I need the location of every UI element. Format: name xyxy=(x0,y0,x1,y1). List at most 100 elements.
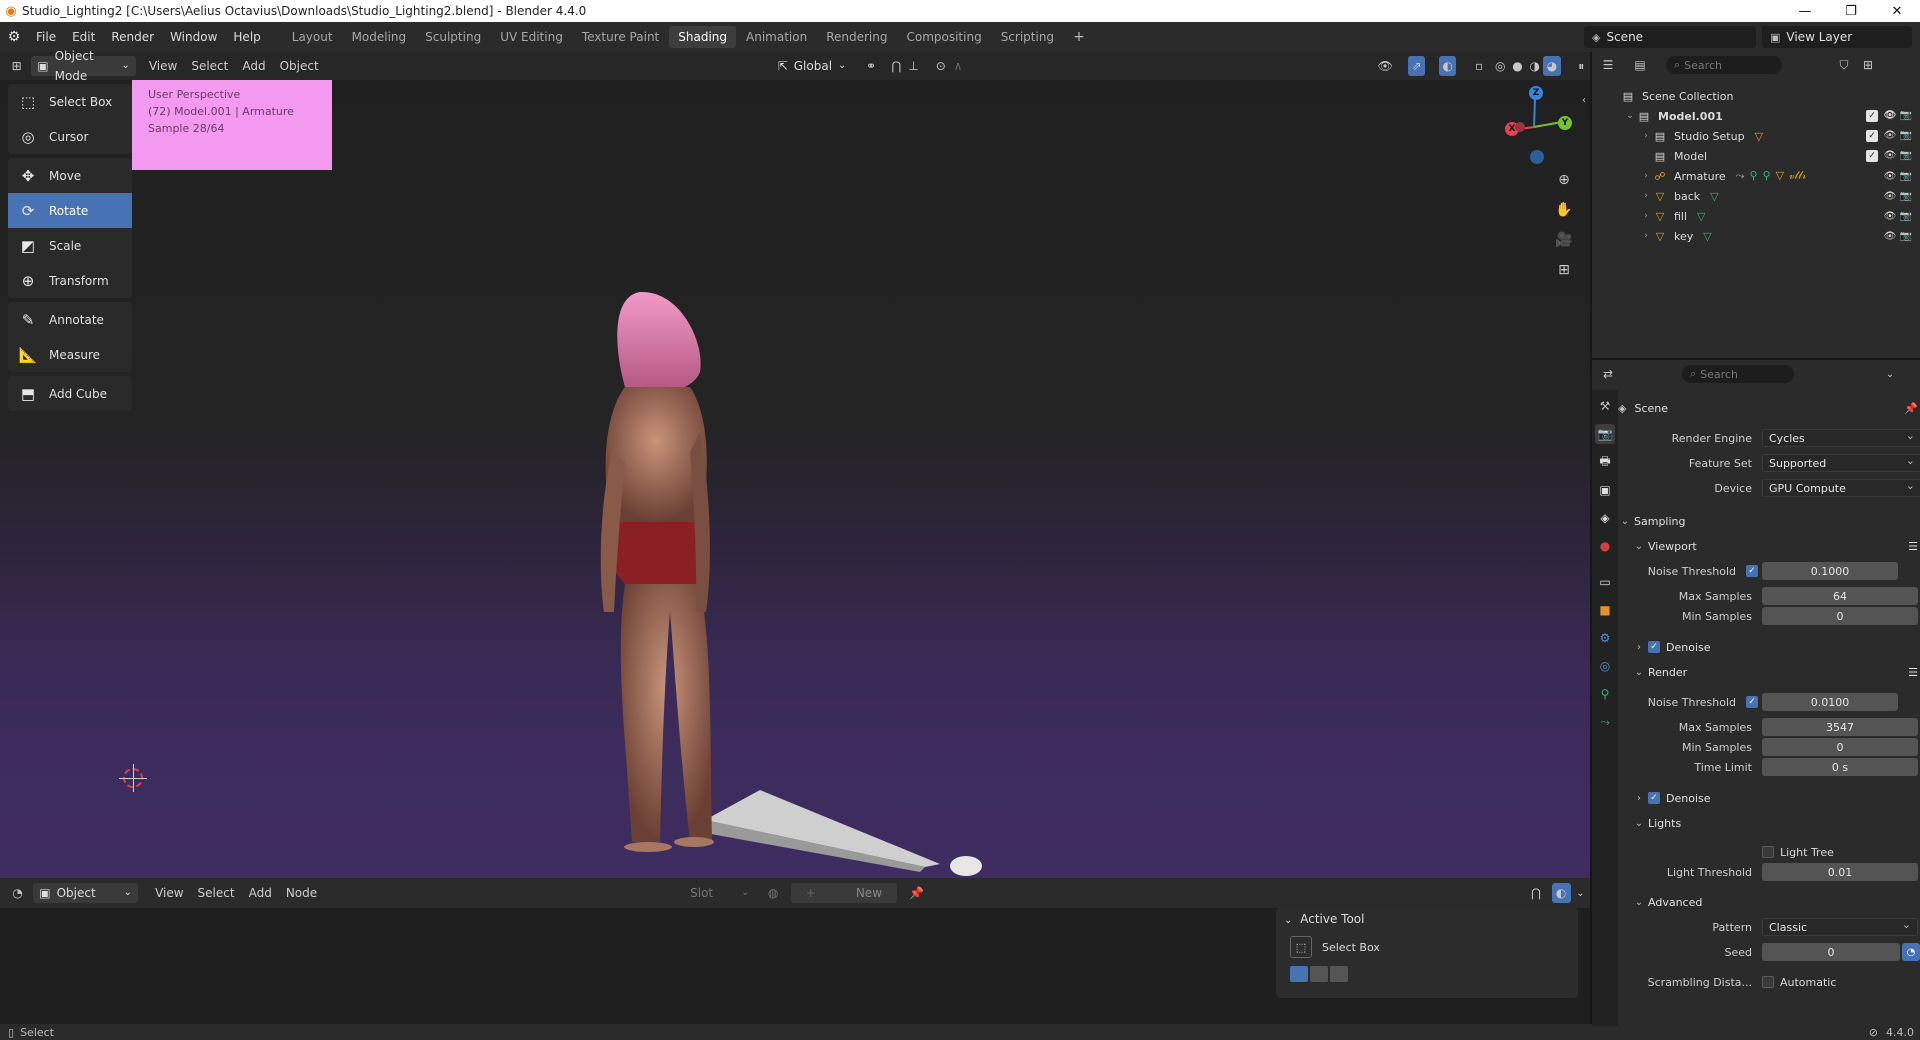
outliner-row-key[interactable]: › ▽ key ▽ 👁 📷 xyxy=(1592,226,1920,246)
modifier-icon[interactable]: ▽ xyxy=(1703,230,1711,243)
viewport-subsection-header[interactable]: ⌄ Viewport ☰ xyxy=(1632,536,1920,556)
pattern-dropdown[interactable]: Classic xyxy=(1762,918,1918,936)
light-tree-checkbox[interactable] xyxy=(1762,846,1774,858)
viewport-noise-threshold-field[interactable]: 0.1000 xyxy=(1762,562,1898,580)
neg-y-axis-handle[interactable] xyxy=(1515,122,1525,132)
eye-icon[interactable]: 👁 xyxy=(1882,231,1898,242)
preset-list-icon[interactable]: ☰ xyxy=(1908,666,1918,679)
output-tab-icon[interactable]: 🖶 xyxy=(1595,452,1615,472)
modifiers-tab-icon[interactable]: ⚙ xyxy=(1595,628,1615,648)
gizmo-toggle-icon[interactable]: ⇗ xyxy=(1407,56,1426,76)
exclude-checkbox[interactable]: ✓ xyxy=(1866,110,1878,122)
tab-modeling[interactable]: Modeling xyxy=(343,26,416,48)
tool-annotate[interactable]: ✎ Annotate xyxy=(8,302,132,337)
modifier-icon[interactable]: ⤳ xyxy=(1736,169,1745,183)
eye-icon[interactable]: 👁 xyxy=(1882,211,1898,222)
eye-icon[interactable]: 👁 xyxy=(1882,150,1898,162)
shader-menu-add[interactable]: Add xyxy=(242,886,279,900)
pivot-icon[interactable]: ⚭ xyxy=(862,56,879,76)
chevron-right-icon[interactable]: › xyxy=(1640,231,1652,241)
feature-set-dropdown[interactable]: Supported xyxy=(1762,454,1920,472)
animate-seed-icon[interactable]: ◔ xyxy=(1902,943,1920,961)
collection-tab-icon[interactable]: ▭ xyxy=(1595,572,1615,592)
blender-menu-icon[interactable]: ⚙ xyxy=(0,24,28,50)
viewport-denoise-checkbox[interactable]: ✓ xyxy=(1648,641,1660,653)
navigation-gizmo[interactable]: Z X Y xyxy=(1500,84,1572,174)
shader-menu-view[interactable]: View xyxy=(148,886,190,900)
eye-icon[interactable]: 👁 xyxy=(1882,130,1898,142)
tab-texture-paint[interactable]: Texture Paint xyxy=(573,26,668,48)
constraints-tab-icon[interactable]: ⚲ xyxy=(1595,684,1615,704)
automatic-checkbox[interactable] xyxy=(1762,976,1774,988)
eye-icon[interactable]: 👁 xyxy=(1882,110,1898,122)
render-max-samples-field[interactable]: 3547 xyxy=(1762,718,1918,736)
noise-threshold-checkbox[interactable]: ✓ xyxy=(1746,565,1758,577)
eye-icon[interactable]: 👁 xyxy=(1882,171,1898,182)
viewport-denoise-header[interactable]: › ✓ Denoise xyxy=(1632,637,1920,657)
transform-orientation[interactable]: ⇱ Global ⌄ xyxy=(772,56,853,76)
snap-target-icon[interactable]: ⊥ xyxy=(905,56,922,76)
properties-search-input[interactable]: ⌕ Search xyxy=(1682,365,1794,383)
zoom-icon[interactable]: ⊕ xyxy=(1552,168,1576,192)
tool-rotate[interactable]: ⟳ Rotate xyxy=(8,193,132,228)
view-layer-tab-icon[interactable]: ▣ xyxy=(1595,480,1615,500)
material-shading-icon[interactable]: ◑ xyxy=(1526,56,1543,76)
camera-icon[interactable]: 📷 xyxy=(1898,150,1914,162)
camera-icon[interactable]: 📷 xyxy=(1898,130,1914,142)
perspective-grid-icon[interactable]: ⊞ xyxy=(1552,258,1576,282)
slot-selector[interactable]: Slot ⌄ xyxy=(684,883,755,903)
modifier-icon[interactable]: ▽ xyxy=(1776,169,1784,183)
menu-help[interactable]: Help xyxy=(225,24,268,50)
data-tab-icon[interactable]: ⤳ xyxy=(1595,712,1615,732)
editor-type-icon[interactable]: ☰ xyxy=(1598,55,1618,75)
outliner-row-model-001[interactable]: ⌄ ▤ Model.001 ✓ 👁 📷 xyxy=(1592,106,1920,126)
pin-icon[interactable]: 📌 xyxy=(907,883,926,903)
eye-icon[interactable]: 👁 xyxy=(1882,191,1898,202)
render-noise-threshold-field[interactable]: 0.0100 xyxy=(1762,693,1898,711)
exclude-checkbox[interactable]: ✓ xyxy=(1866,150,1878,162)
display-mode-icon[interactable]: ▤ xyxy=(1630,55,1650,75)
3d-viewport[interactable] xyxy=(0,52,1590,878)
camera-view-icon[interactable]: 🎥 xyxy=(1552,228,1576,252)
modifier-icon[interactable]: 𝓋𝓁𝓁𝓇 xyxy=(1789,169,1806,183)
editor-type-icon[interactable]: ◔ xyxy=(8,883,27,903)
y-axis-handle[interactable]: Y xyxy=(1558,116,1572,130)
viewport-menu-view[interactable]: View xyxy=(142,59,184,73)
tool-measure[interactable]: 📐 Measure xyxy=(8,337,132,372)
camera-icon[interactable]: 📷 xyxy=(1898,171,1914,182)
render-tab-icon[interactable]: 📷 xyxy=(1595,424,1615,444)
view-layer-selector[interactable]: ▣ View Layer xyxy=(1762,26,1912,48)
tab-rendering[interactable]: Rendering xyxy=(817,26,896,48)
chevron-down-icon[interactable]: ⌄ xyxy=(1571,883,1590,903)
light-threshold-field[interactable]: 0.01 xyxy=(1762,863,1918,881)
render-min-samples-field[interactable]: 0 xyxy=(1762,738,1918,756)
render-denoise-checkbox[interactable]: ✓ xyxy=(1648,792,1660,804)
tool-tab-icon[interactable]: ⚒ xyxy=(1595,396,1615,416)
overlay-toggle-icon[interactable]: ◐ xyxy=(1439,56,1457,76)
outliner-search-input[interactable]: ⌕ Search xyxy=(1666,56,1782,74)
sampling-section-header[interactable]: ⌄ Sampling xyxy=(1618,511,1918,531)
rendered-shading-icon[interactable]: ◕ xyxy=(1543,56,1561,76)
advanced-subsection-header[interactable]: ⌄ Advanced xyxy=(1632,892,1920,912)
chevron-right-icon[interactable]: › xyxy=(1640,131,1652,141)
close-button[interactable]: ✕ xyxy=(1874,0,1920,22)
maximize-button[interactable]: ❐ xyxy=(1828,0,1874,22)
device-dropdown[interactable]: GPU Compute xyxy=(1762,479,1920,497)
render-subsection-header[interactable]: ⌄ Render ☰ xyxy=(1632,662,1920,682)
modifier-icon[interactable]: ▽ xyxy=(1697,210,1705,223)
tab-shading[interactable]: Shading xyxy=(669,26,736,48)
tab-scripting[interactable]: Scripting xyxy=(992,26,1063,48)
tab-sculpting[interactable]: Sculpting xyxy=(416,26,490,48)
outliner-row-back[interactable]: › ▽ back ▽ 👁 📷 xyxy=(1592,186,1920,206)
tool-add-cube[interactable]: ⬒ Add Cube xyxy=(8,376,132,411)
select-extend-mode-icon[interactable] xyxy=(1310,966,1328,982)
outliner-row-studio-setup[interactable]: › ▤ Studio Setup ▽ ✓ 👁 📷 xyxy=(1592,126,1920,146)
falloff-icon[interactable]: ∧ xyxy=(949,56,966,76)
minimize-button[interactable]: — xyxy=(1782,0,1828,22)
tool-move[interactable]: ✥ Move xyxy=(8,158,132,193)
modifier-icon[interactable]: ⚲ xyxy=(1749,169,1757,183)
object-tab-icon[interactable]: ■ xyxy=(1595,600,1615,620)
lights-subsection-header[interactable]: ⌄ Lights xyxy=(1632,813,1920,833)
filter-icon[interactable]: ⛉ xyxy=(1834,55,1854,75)
editor-type-icon[interactable]: ⇄ xyxy=(1598,364,1618,384)
